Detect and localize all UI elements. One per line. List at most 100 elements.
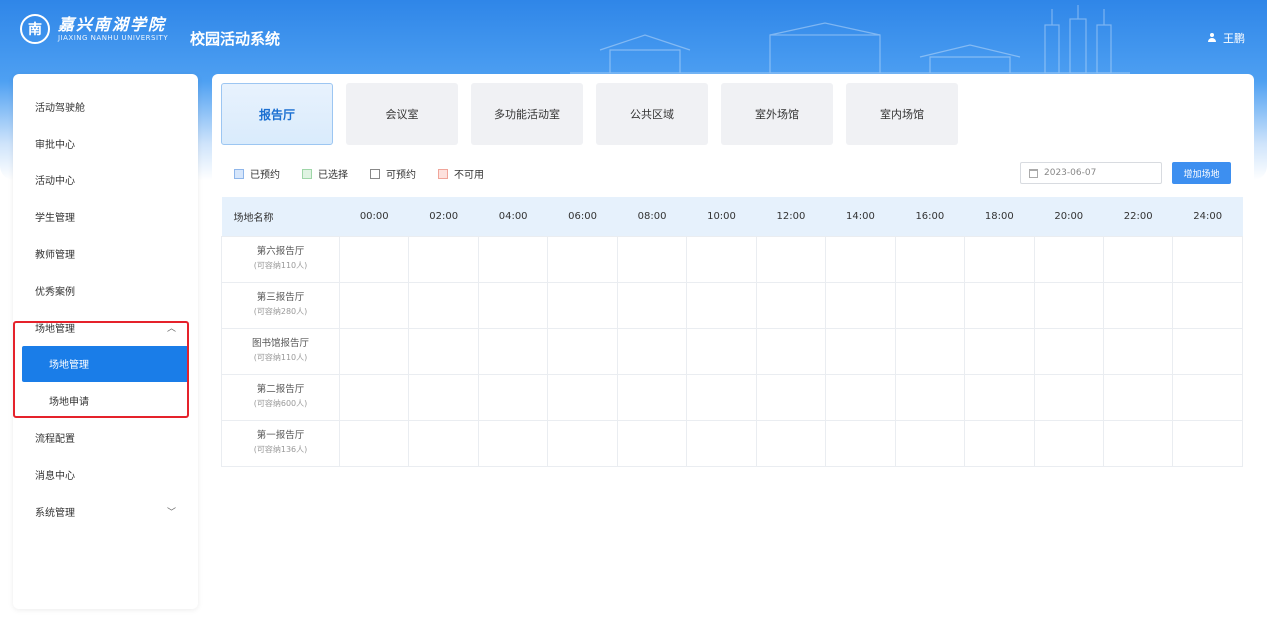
- time-slot-cell[interactable]: [477, 281, 549, 329]
- time-slot-cell[interactable]: [964, 235, 1035, 283]
- time-slot-cell[interactable]: [1172, 327, 1243, 375]
- sidebar-item-approval-center[interactable]: 审批中心: [13, 125, 198, 162]
- sidebar-subitem-venue-application[interactable]: 场地申请: [13, 382, 198, 419]
- time-slot-cell[interactable]: [1033, 373, 1104, 421]
- sidebar-item-label: 消息中心: [35, 470, 75, 482]
- tab-indoor-venue[interactable]: 室内场馆: [846, 83, 958, 145]
- tab-public-area[interactable]: 公共区域: [596, 83, 708, 145]
- sidebar-item-label: 优秀案例: [35, 286, 75, 298]
- time-slot-cell[interactable]: [825, 373, 896, 421]
- user-menu[interactable]: 王鹏: [1207, 30, 1245, 46]
- time-slot-cell[interactable]: [1172, 281, 1243, 329]
- sidebar-item-process-config[interactable]: 流程配置: [13, 419, 198, 456]
- time-slot-cell[interactable]: [408, 235, 479, 283]
- sidebar-item-activity-cockpit[interactable]: 活动驾驶舱: [13, 88, 198, 125]
- time-slot-cell[interactable]: [408, 419, 479, 467]
- time-slot-cell[interactable]: [894, 327, 966, 375]
- time-slot-cell[interactable]: [1033, 281, 1104, 329]
- venue-name: 第三报告厅: [256, 292, 305, 303]
- time-slot-cell[interactable]: [408, 373, 479, 421]
- time-slot-cell[interactable]: [686, 235, 757, 283]
- tab-meeting-room[interactable]: 会议室: [346, 83, 458, 145]
- time-slot-cell[interactable]: [616, 327, 688, 375]
- time-slot-cell[interactable]: [894, 235, 966, 283]
- time-slot-cell[interactable]: [616, 281, 688, 329]
- time-slot-cell[interactable]: [547, 235, 618, 283]
- legend-swatch: [370, 168, 380, 179]
- time-slot-cell[interactable]: [1102, 419, 1174, 467]
- time-slot-cell[interactable]: [1033, 235, 1104, 283]
- university-logo: 南 嘉兴南湖学院 JIAXING NANHU UNIVERSITY: [20, 14, 168, 44]
- sidebar-item-system-management[interactable]: 系统管理 ﹀: [13, 493, 198, 530]
- time-slot-cell[interactable]: [547, 327, 618, 375]
- time-slot-cell[interactable]: [755, 327, 827, 375]
- time-slot-cell[interactable]: [1033, 327, 1104, 375]
- time-slot-cell[interactable]: [964, 373, 1035, 421]
- time-slot-cell[interactable]: [547, 373, 618, 421]
- time-slot-cell[interactable]: [1172, 235, 1243, 283]
- date-picker[interactable]: 2023-06-07: [1020, 162, 1162, 184]
- time-slot-cell[interactable]: [1033, 419, 1104, 467]
- time-slot-cell[interactable]: [964, 327, 1035, 375]
- time-slot-cell[interactable]: [547, 281, 618, 329]
- sidebar-item-excellent-cases[interactable]: 优秀案例: [13, 272, 198, 309]
- time-slot-cell[interactable]: [477, 235, 549, 283]
- time-slot-cell[interactable]: [616, 419, 688, 467]
- university-name-en: JIAXING NANHU UNIVERSITY: [58, 34, 169, 42]
- sidebar-subitem-venue-management[interactable]: 场地管理: [22, 345, 189, 383]
- time-slot-cell[interactable]: [894, 419, 966, 467]
- sidebar-item-venue-management[interactable]: 场地管理 ︿: [13, 309, 198, 346]
- venue-capacity: (可容纳136人): [253, 445, 308, 454]
- time-slot-cell[interactable]: [825, 235, 896, 283]
- sidebar-item-student-management[interactable]: 学生管理: [13, 198, 198, 235]
- sidebar-item-teacher-management[interactable]: 教师管理: [13, 235, 198, 272]
- sidebar-item-message-center[interactable]: 消息中心: [13, 456, 198, 493]
- time-slot-cell[interactable]: [477, 419, 549, 467]
- time-slot-cell[interactable]: [686, 373, 757, 421]
- time-slot-cell[interactable]: [616, 235, 688, 283]
- sidebar-item-label: 场地管理: [49, 360, 89, 372]
- column-header-time: 20:00: [1034, 197, 1104, 236]
- time-slot-cell[interactable]: [894, 281, 966, 329]
- time-slot-cell[interactable]: [755, 373, 827, 421]
- time-slot-cell[interactable]: [338, 373, 410, 421]
- sidebar-item-activity-center[interactable]: 活动中心: [13, 162, 198, 199]
- tab-outdoor-venue[interactable]: 室外场馆: [721, 83, 833, 145]
- time-slot-cell[interactable]: [1102, 327, 1174, 375]
- time-slot-cell[interactable]: [1102, 281, 1174, 329]
- time-slot-cell[interactable]: [894, 373, 966, 421]
- legend-label: 可预约: [386, 170, 416, 181]
- time-slot-cell[interactable]: [408, 281, 479, 329]
- sidebar-item-label: 审批中心: [35, 139, 75, 151]
- tab-lecture-hall[interactable]: 报告厅: [221, 83, 333, 145]
- venue-name-cell: 第三报告厅 (可容纳280人): [221, 281, 340, 329]
- time-slot-cell[interactable]: [338, 419, 410, 467]
- time-slot-cell[interactable]: [338, 281, 410, 329]
- table-row: 图书馆报告厅 (可容纳110人): [221, 327, 1243, 375]
- time-slot-cell[interactable]: [1102, 235, 1174, 283]
- university-seal-icon: 南: [20, 14, 50, 44]
- time-slot-cell[interactable]: [686, 419, 757, 467]
- time-slot-cell[interactable]: [338, 327, 410, 375]
- time-slot-cell[interactable]: [825, 327, 896, 375]
- time-slot-cell[interactable]: [686, 327, 757, 375]
- time-slot-cell[interactable]: [755, 235, 827, 283]
- time-slot-cell[interactable]: [825, 281, 896, 329]
- time-slot-cell[interactable]: [1102, 373, 1174, 421]
- time-slot-cell[interactable]: [964, 281, 1035, 329]
- time-slot-cell[interactable]: [1172, 373, 1243, 421]
- tab-multifunction-room[interactable]: 多功能活动室: [471, 83, 583, 145]
- time-slot-cell[interactable]: [1172, 419, 1243, 467]
- time-slot-cell[interactable]: [755, 281, 827, 329]
- time-slot-cell[interactable]: [338, 235, 410, 283]
- time-slot-cell[interactable]: [477, 373, 549, 421]
- time-slot-cell[interactable]: [477, 327, 549, 375]
- time-slot-cell[interactable]: [755, 419, 827, 467]
- time-slot-cell[interactable]: [547, 419, 618, 467]
- time-slot-cell[interactable]: [616, 373, 688, 421]
- time-slot-cell[interactable]: [408, 327, 479, 375]
- time-slot-cell[interactable]: [964, 419, 1035, 467]
- time-slot-cell[interactable]: [686, 281, 757, 329]
- time-slot-cell[interactable]: [825, 419, 896, 467]
- add-venue-button[interactable]: 增加场地: [1172, 162, 1231, 184]
